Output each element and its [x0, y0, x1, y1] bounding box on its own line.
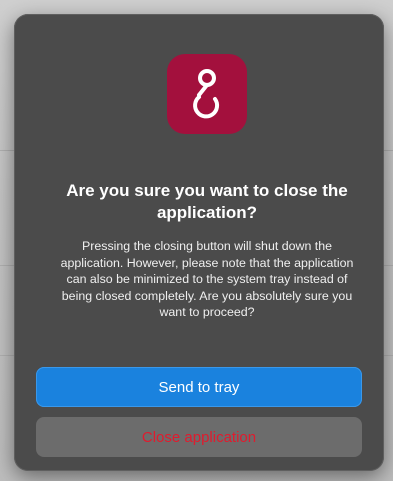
send-to-tray-button[interactable]: Send to tray: [36, 367, 362, 407]
close-application-button[interactable]: Close application: [36, 417, 362, 457]
app-logo-icon: [167, 54, 247, 134]
dialog-message: Pressing the closing button will shut do…: [60, 239, 354, 319]
dialog-title: Are you sure you want to close the appli…: [66, 181, 348, 222]
app-logo-glyph: [193, 69, 220, 119]
